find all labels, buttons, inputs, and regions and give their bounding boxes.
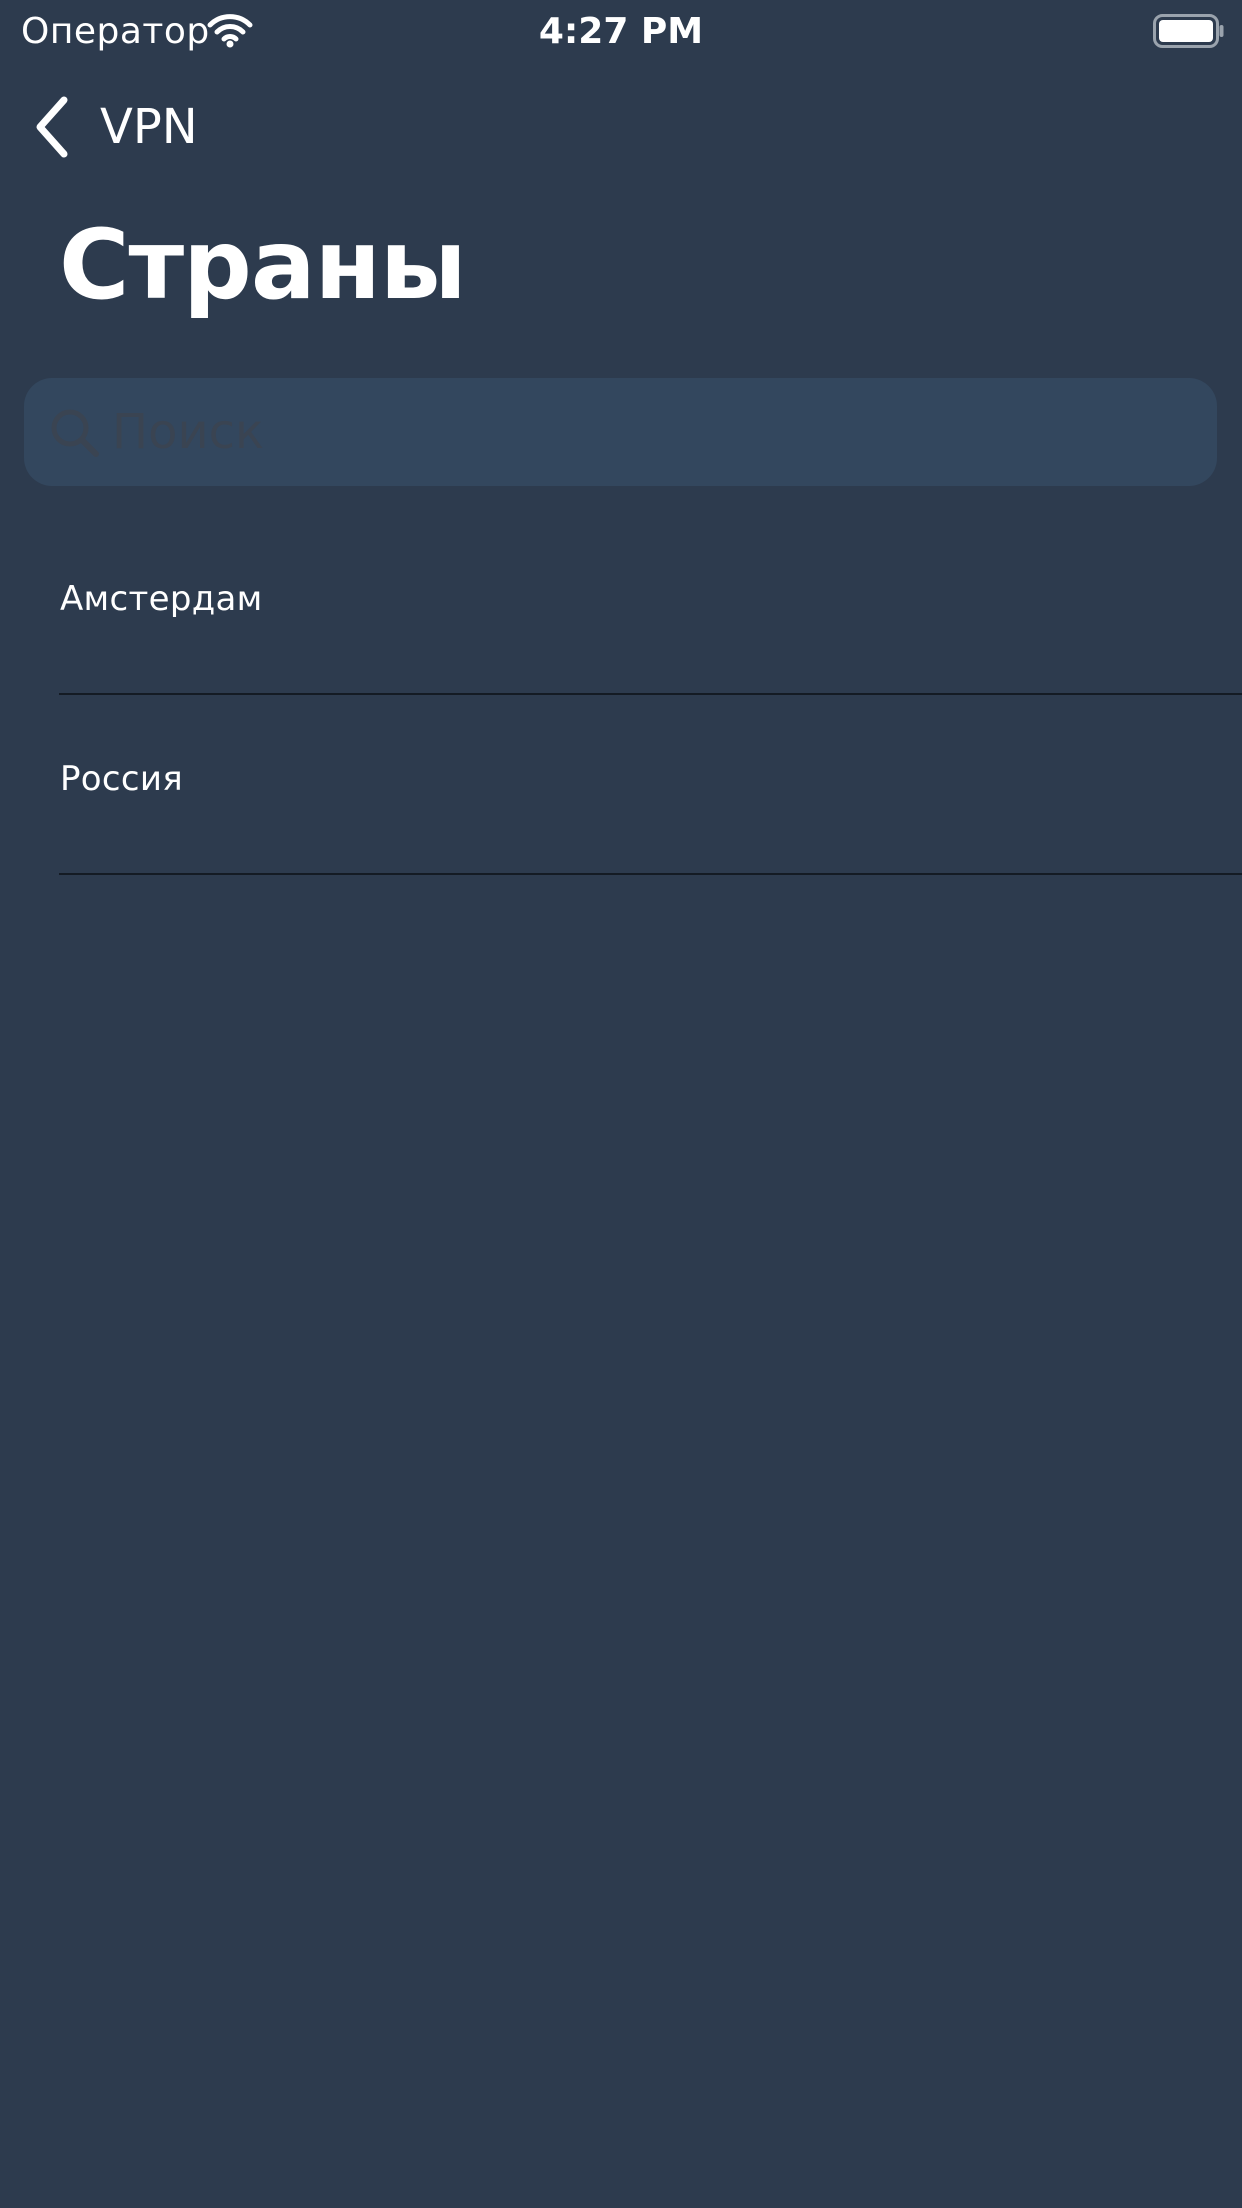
back-label: VPN [100,99,198,155]
row-separator [59,873,1242,875]
chevron-left-icon [36,96,68,158]
page-title: Страны [59,209,467,321]
list-item-amsterdam[interactable]: Амстердам [0,515,1242,695]
list-item-russia[interactable]: Россия [0,695,1242,875]
list-item-label: Россия [60,759,184,799]
status-time: 4:27 PM [538,11,704,52]
country-list: Амстердам Россия [0,515,1242,875]
battery-icon [1153,14,1224,48]
search-icon [51,409,99,457]
back-button[interactable]: VPN [30,90,198,164]
list-item-label: Амстердам [60,579,263,619]
search-field[interactable] [24,378,1217,486]
search-input[interactable] [112,392,1217,472]
status-bar: Оператор 4:27 PM [0,0,1242,64]
